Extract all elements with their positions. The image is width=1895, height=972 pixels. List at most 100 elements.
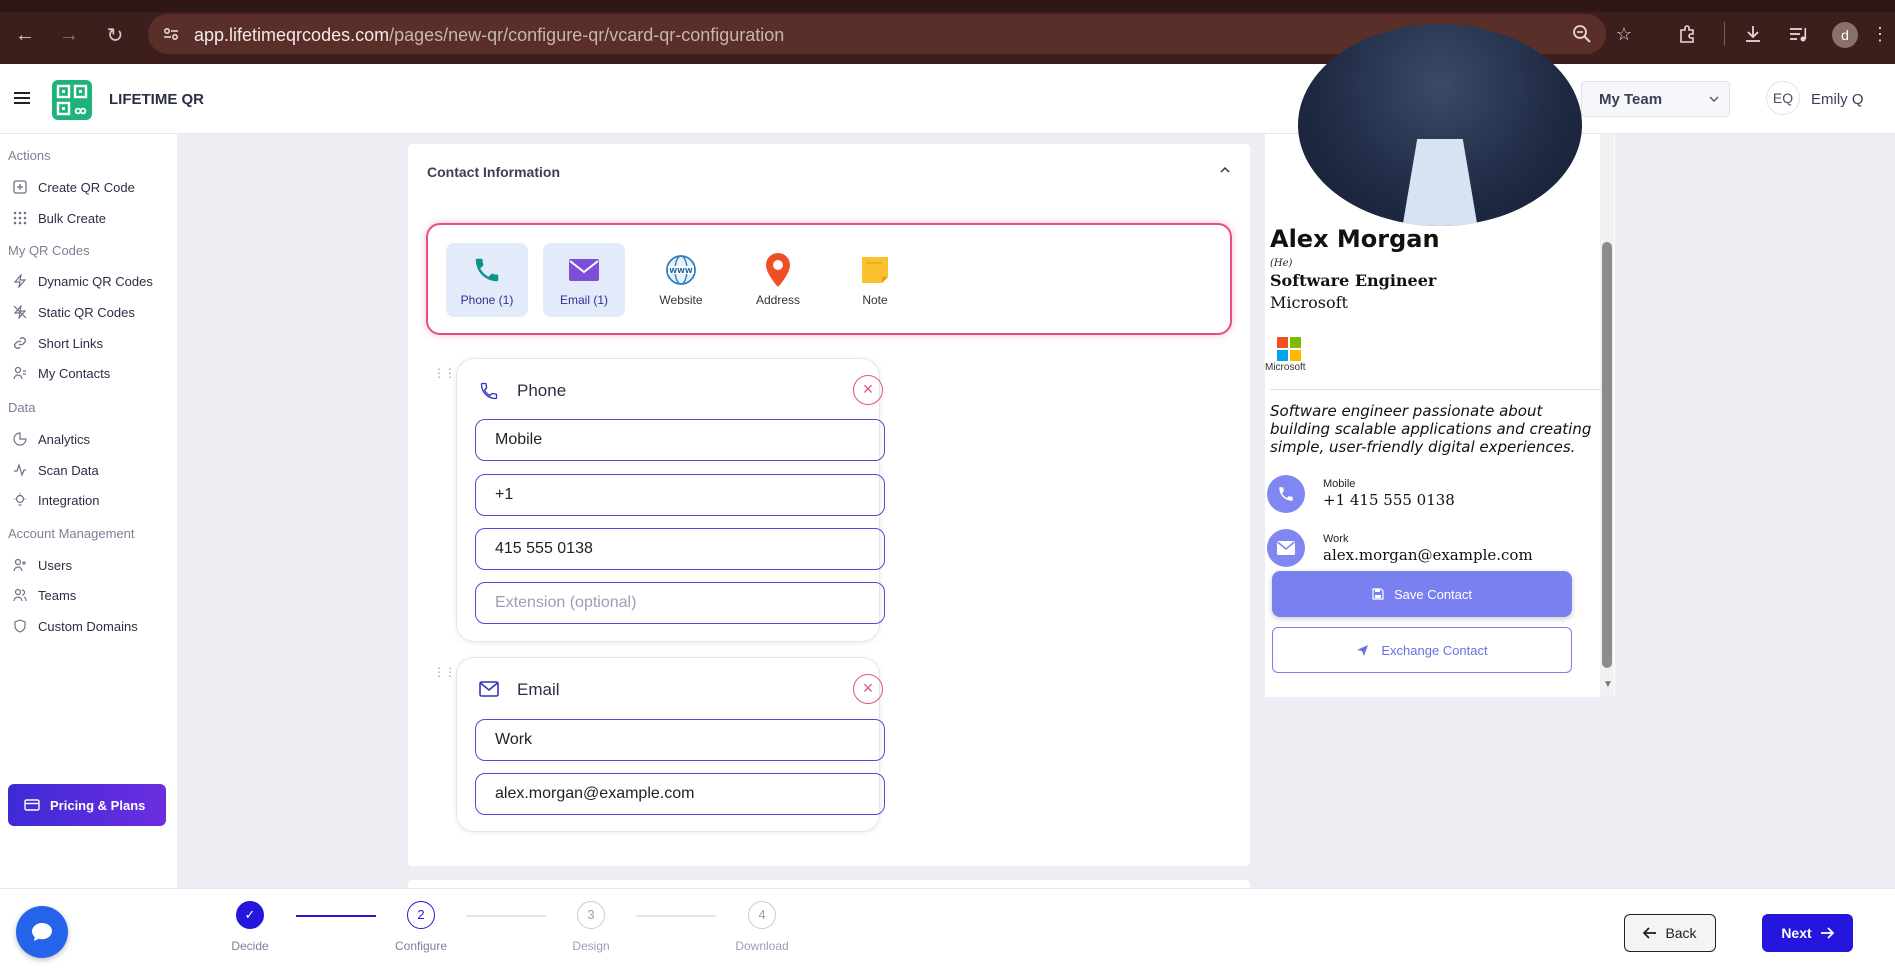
scroll-down-arrow-icon[interactable]: ▼ [1603,679,1613,690]
forward-arrow-icon[interactable]: → [56,22,82,48]
type-phone-button[interactable]: Phone (1) [446,243,528,317]
grid-icon [12,210,28,226]
preview-name: Alex Morgan [1270,225,1440,253]
company-logo-label: Microsoft [1265,362,1306,373]
extension-input[interactable]: Extension (optional) [475,582,885,624]
type-website-button[interactable]: WWW Website [640,243,722,317]
download-icon[interactable] [1741,22,1765,46]
phone-icon [470,253,504,287]
step-decide-check[interactable]: ✓ [236,901,264,929]
media-queue-icon[interactable] [1786,22,1810,46]
preview-scrollbar-thumb[interactable] [1602,242,1612,668]
brand-logo[interactable] [52,80,92,120]
profile-avatar[interactable]: d [1832,22,1858,48]
phone-label-input[interactable]: Mobile [475,419,885,461]
step-decide-label: Decide [231,939,269,953]
sidebar-item-analytics[interactable]: Analytics [12,427,90,451]
step-configure-label: Configure [394,939,448,953]
type-address-button[interactable]: Address [737,243,819,317]
map-pin-icon [761,253,795,287]
email-card-title: Email [517,680,560,699]
next-button[interactable]: Next [1762,914,1853,952]
hamburger-menu-icon[interactable] [12,88,34,110]
send-icon [1356,644,1369,657]
sidebar-item-my-contacts[interactable]: My Contacts [12,361,110,385]
shield-icon [12,618,28,634]
preview-job-title: Software Engineer [1270,271,1437,290]
site-settings-icon[interactable] [162,25,180,43]
type-email-button[interactable]: Email (1) [543,243,625,317]
user-avatar[interactable]: EQ [1766,81,1800,115]
bolt-off-icon [12,304,28,320]
chat-support-button[interactable] [16,906,68,958]
drag-handle-icon[interactable]: ⋮⋮ [433,366,456,380]
user-name[interactable]: Emily Q [1811,91,1864,108]
remove-phone-button[interactable]: × [853,375,883,405]
preview-phone-value[interactable]: +1 415 555 0138 [1323,491,1455,509]
type-note-button[interactable]: Note [834,243,916,317]
type-website-label: Website [659,293,703,307]
contact-information-card: Contact Information Phone (1) Email (1) … [408,144,1250,866]
back-label: Back [1665,925,1697,941]
exchange-contact-button[interactable]: Exchange Contact [1272,627,1572,673]
sidebar-item-static-qr-codes[interactable]: Static QR Codes [12,300,135,324]
phone-number-input[interactable]: 415 555 0138 [475,528,885,570]
save-contact-button[interactable]: Save Contact [1272,571,1572,617]
sticky-note-icon [858,253,892,287]
sidebar-item-integration[interactable]: Integration [12,488,99,512]
sidebar-item-create-qr-code[interactable]: Create QR Code [12,175,135,199]
sidebar-item-label: My Contacts [38,365,111,381]
team-select[interactable]: My Team [1581,81,1730,117]
remove-email-button[interactable]: × [853,674,883,704]
phone-outline-icon [479,381,499,401]
email-label-input[interactable]: Work [475,719,885,761]
sidebar-item-label: Custom Domains [38,618,138,634]
preview-phone-label: Mobile [1323,478,1356,490]
toolbar-divider [1724,22,1725,46]
step-configure-circle[interactable]: 2 [407,901,435,929]
sidebar-item-bulk-create[interactable]: Bulk Create [12,206,106,230]
envelope-outline-icon [479,680,499,700]
arrow-left-icon [1643,927,1657,939]
sidebar-item-users[interactable]: Users [12,553,72,577]
email-circle-icon[interactable] [1267,529,1305,567]
preview-pronouns: (He) [1270,258,1293,269]
zoom-icon[interactable] [1570,22,1594,46]
sidebar-item-dynamic-qr-codes[interactable]: Dynamic QR Codes [12,269,153,293]
sidebar-item-short-links[interactable]: Short Links [12,331,103,355]
sidebar-item-label: Teams [38,587,77,603]
step-design-circle[interactable]: 3 [577,901,605,929]
chevron-up-icon[interactable] [1220,166,1230,174]
sidebar-item-custom-domains[interactable]: Custom Domains [12,614,138,638]
step-download-circle[interactable]: 4 [748,901,776,929]
extensions-icon[interactable] [1675,22,1699,46]
phone-circle-icon[interactable] [1267,475,1305,513]
envelope-icon [567,253,601,287]
back-arrow-icon[interactable]: ← [12,22,38,48]
email-address-input[interactable]: alex.morgan@example.com [475,773,885,815]
pricing-plans-button[interactable]: Pricing & Plans [8,784,166,826]
preview-divider [1270,389,1606,390]
more-menu-icon[interactable]: ⋮ [1868,22,1892,46]
lightbulb-icon [12,492,28,508]
back-button[interactable]: Back [1624,914,1716,952]
drag-handle-icon[interactable]: ⋮⋮ [433,665,456,679]
save-contact-label: Save Contact [1393,586,1473,602]
sidebar-item-teams[interactable]: Teams [12,583,76,607]
sidebar-item-label: Short Links [38,335,104,351]
url-text[interactable]: app.lifetimeqrcodes.com/pages/new-qr/con… [194,25,784,46]
step-connector-2 [466,915,546,917]
country-code-input[interactable]: +1 [475,474,885,516]
brand-name[interactable]: LIFETIME QR [109,91,204,108]
sidebar-section-data: Data [8,400,36,415]
www-globe-icon: WWW [664,253,698,287]
contacts-icon [12,365,28,381]
activity-icon [12,462,28,478]
reload-icon[interactable]: ↻ [102,22,128,48]
sidebar-item-scan-data[interactable]: Scan Data [12,458,99,482]
bookmark-star-icon[interactable]: ☆ [1612,22,1636,46]
preview-email-value[interactable]: alex.morgan@example.com [1323,546,1533,564]
tab-strip [0,0,1895,12]
step-design-label: Design [572,939,610,953]
microsoft-logo-icon [1277,337,1301,361]
